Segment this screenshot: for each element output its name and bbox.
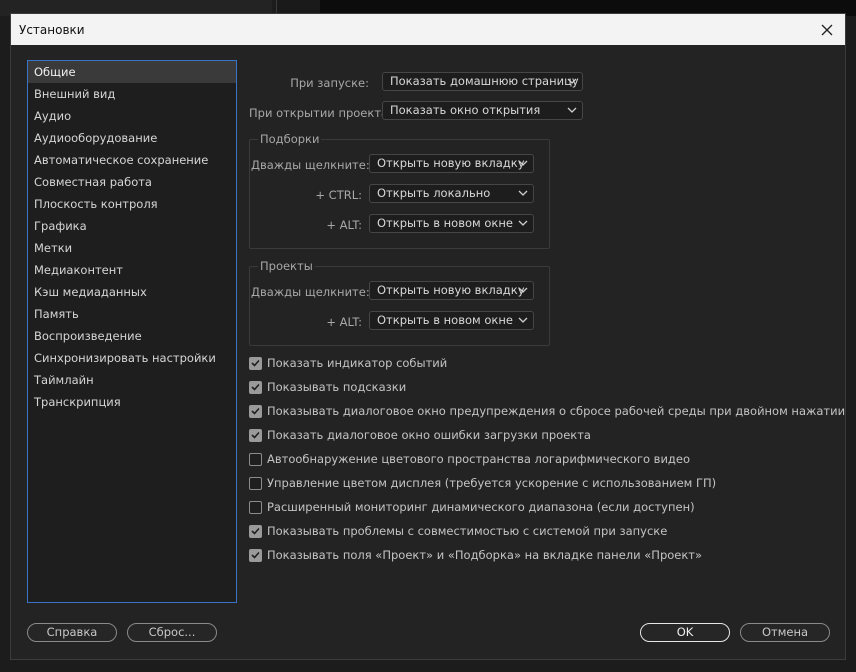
- projects-double-click-value: Открыть новую вкладку: [377, 283, 525, 297]
- sidebar-item[interactable]: Внешний вид: [28, 83, 236, 105]
- checkbox[interactable]: [249, 548, 262, 562]
- sidebar-item[interactable]: Воспроизведение: [28, 325, 236, 347]
- checkbox-label: Управление цветом дисплея (требуется уск…: [267, 476, 717, 490]
- checkbox[interactable]: [249, 380, 262, 394]
- projects-group-title: Проекты: [258, 259, 315, 273]
- titlebar: Установки: [11, 14, 845, 45]
- checkbox-label: Показать индикатор событий: [267, 356, 448, 370]
- checkbox-row[interactable]: Расширенный мониторинг динамического диа…: [249, 499, 695, 515]
- checkmark-icon: [251, 359, 260, 367]
- checkbox-label: Показывать диалоговое окно предупреждени…: [267, 404, 846, 418]
- checkmark-icon: [251, 383, 260, 391]
- checkbox-row[interactable]: Показать индикатор событий: [249, 355, 447, 371]
- checkmark-icon: [251, 431, 260, 439]
- sidebar-item[interactable]: Метки: [28, 237, 236, 259]
- close-icon: [821, 24, 833, 36]
- checkbox[interactable]: [249, 404, 262, 418]
- projects-alt-label: + ALT:: [326, 315, 362, 329]
- sidebar-item[interactable]: Транскрипция: [28, 391, 236, 413]
- checkbox[interactable]: [249, 452, 262, 466]
- bins-double-click-dropdown[interactable]: Открыть новую вкладку: [369, 154, 534, 173]
- checkbox-label: Автообнаружение цветового пространства л…: [267, 452, 690, 466]
- startup-dropdown-value: Показать домашнюю страницу: [390, 74, 579, 88]
- open-project-dropdown-value: Показать окно открытия: [390, 103, 541, 117]
- chevron-down-icon: [518, 220, 528, 226]
- ok-button[interactable]: OK: [640, 623, 730, 642]
- checkbox-row[interactable]: Показывать диалоговое окно предупреждени…: [249, 403, 845, 419]
- checkmark-icon: [251, 527, 260, 535]
- category-list[interactable]: Общие Внешний вид Аудио Аудиооборудование Ав…: [27, 60, 237, 603]
- sidebar-item[interactable]: Общие: [28, 61, 236, 83]
- sidebar-item[interactable]: Автоматическое сохранение: [28, 149, 236, 171]
- sidebar-item[interactable]: Совместная работа: [28, 171, 236, 193]
- startup-dropdown[interactable]: Показать домашнюю страницу: [382, 72, 583, 91]
- sidebar-item[interactable]: Аудиооборудование: [28, 127, 236, 149]
- projects-group: Проекты: [249, 259, 550, 346]
- sidebar-item[interactable]: Медиаконтент: [28, 259, 236, 281]
- bins-ctrl-label: + CTRL:: [315, 188, 362, 202]
- checkbox-row[interactable]: Показать диалоговое окно ошибки загрузки…: [249, 427, 591, 443]
- checkbox-row[interactable]: Автообнаружение цветового пространства л…: [249, 451, 690, 467]
- sidebar-item[interactable]: Кэш медиаданных: [28, 281, 236, 303]
- checkbox-row[interactable]: Управление цветом дисплея (требуется уск…: [249, 475, 716, 491]
- chevron-down-icon: [567, 78, 577, 84]
- checkbox-label: Расширенный мониторинг динамического диа…: [267, 500, 695, 514]
- checkbox-row[interactable]: Показывать проблемы с совместимостью с с…: [249, 523, 667, 539]
- projects-double-click-label: Дважды щелкните:: [251, 285, 370, 299]
- chevron-down-icon: [567, 107, 577, 113]
- chevron-down-icon: [518, 160, 528, 166]
- projects-alt-value: Открыть в новом окне: [377, 313, 513, 327]
- checkbox-label: Показывать проблемы с совместимостью с с…: [267, 524, 668, 538]
- checkbox-label: Показать диалоговое окно ошибки загрузки…: [267, 428, 591, 442]
- checkbox-label: Показывать поля «Проект» и «Подборка» на…: [267, 548, 703, 562]
- checkbox-row[interactable]: Показывать поля «Проект» и «Подборка» на…: [249, 547, 702, 563]
- checkbox[interactable]: [249, 476, 262, 490]
- reset-button[interactable]: Сброс...: [127, 623, 217, 642]
- open-project-label: При открытии проекта:: [249, 106, 392, 120]
- chevron-down-icon: [518, 287, 528, 293]
- preferences-dialog: Установки Общие Внешний вид Аудио Аудиообор…: [10, 13, 846, 660]
- checkbox[interactable]: [249, 356, 262, 370]
- bins-alt-value: Открыть в новом окне: [377, 216, 513, 230]
- bins-alt-dropdown[interactable]: Открыть в новом окне: [369, 214, 534, 233]
- bins-ctrl-value: Открыть локально: [377, 186, 491, 200]
- chevron-down-icon: [518, 317, 528, 323]
- window-title: Установки: [19, 23, 85, 37]
- chevron-down-icon: [518, 190, 528, 196]
- bins-double-click-label: Дважды щелкните:: [251, 158, 370, 172]
- close-button[interactable]: [815, 18, 839, 42]
- bins-ctrl-dropdown[interactable]: Открыть локально: [369, 184, 534, 203]
- bins-double-click-value: Открыть новую вкладку: [377, 156, 525, 170]
- checkmark-icon: [251, 551, 260, 559]
- checkmark-icon: [251, 407, 260, 415]
- sidebar-item[interactable]: Графика: [28, 215, 236, 237]
- sidebar-item[interactable]: Синхронизировать настройки: [28, 347, 236, 369]
- checkbox[interactable]: [249, 428, 262, 442]
- checkbox[interactable]: [249, 500, 262, 514]
- checkbox[interactable]: [249, 524, 262, 538]
- checkbox-row[interactable]: Показывать подсказки: [249, 379, 406, 395]
- help-button[interactable]: Справка: [27, 623, 117, 642]
- bins-alt-label: + ALT:: [326, 218, 362, 232]
- sidebar-item[interactable]: Плоскость контроля: [28, 193, 236, 215]
- projects-alt-dropdown[interactable]: Открыть в новом окне: [369, 311, 534, 330]
- bins-group-title: Подборки: [258, 132, 322, 146]
- open-project-dropdown[interactable]: Показать окно открытия: [382, 101, 583, 120]
- sidebar-item[interactable]: Память: [28, 303, 236, 325]
- cancel-button[interactable]: Отмена: [740, 623, 830, 642]
- sidebar-item[interactable]: Аудио: [28, 105, 236, 127]
- sidebar-item[interactable]: Таймлайн: [28, 369, 236, 391]
- projects-double-click-dropdown[interactable]: Открыть новую вкладку: [369, 281, 534, 300]
- startup-label: При запуске:: [290, 76, 369, 90]
- checkbox-label: Показывать подсказки: [267, 380, 407, 394]
